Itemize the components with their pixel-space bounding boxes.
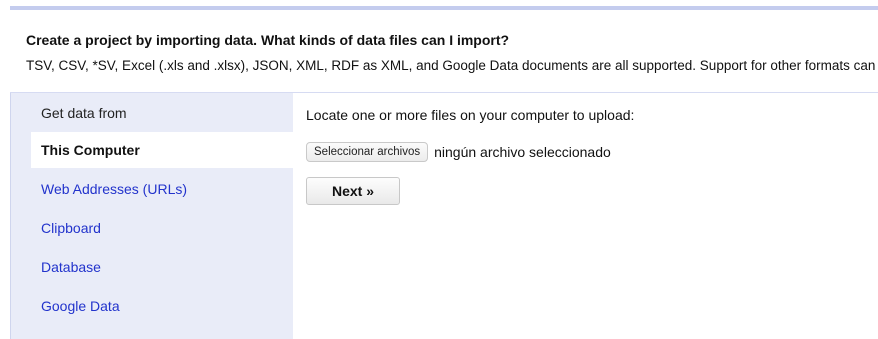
file-status-text: ningún archivo seleccionado bbox=[434, 144, 611, 160]
import-dialog: Create a project by importing data. What… bbox=[0, 0, 878, 339]
sidebar-item-google-data[interactable]: Google Data bbox=[31, 288, 293, 324]
sidebar-heading: Get data from bbox=[41, 105, 127, 121]
sidebar-item-database[interactable]: Database bbox=[31, 249, 293, 285]
next-button[interactable]: Next » bbox=[306, 177, 400, 205]
sidebar-item-web-addresses[interactable]: Web Addresses (URLs) bbox=[31, 171, 293, 207]
upload-instruction: Locate one or more files on your compute… bbox=[306, 107, 635, 123]
page-title: Create a project by importing data. What… bbox=[26, 32, 510, 48]
main-panel: Locate one or more files on your compute… bbox=[293, 93, 878, 339]
sidebar: Get data from This Computer Web Addresse… bbox=[11, 93, 293, 339]
sidebar-item-this-computer[interactable]: This Computer bbox=[31, 132, 293, 168]
choose-files-button[interactable]: Seleccionar archivos bbox=[306, 142, 429, 162]
sidebar-item-clipboard[interactable]: Clipboard bbox=[31, 210, 293, 246]
file-input-row: Seleccionar archivos ningún archivo sele… bbox=[306, 141, 611, 163]
supported-formats-text: TSV, CSV, *SV, Excel (.xls and .xlsx), J… bbox=[26, 58, 878, 73]
header: Create a project by importing data. What… bbox=[10, 10, 878, 93]
